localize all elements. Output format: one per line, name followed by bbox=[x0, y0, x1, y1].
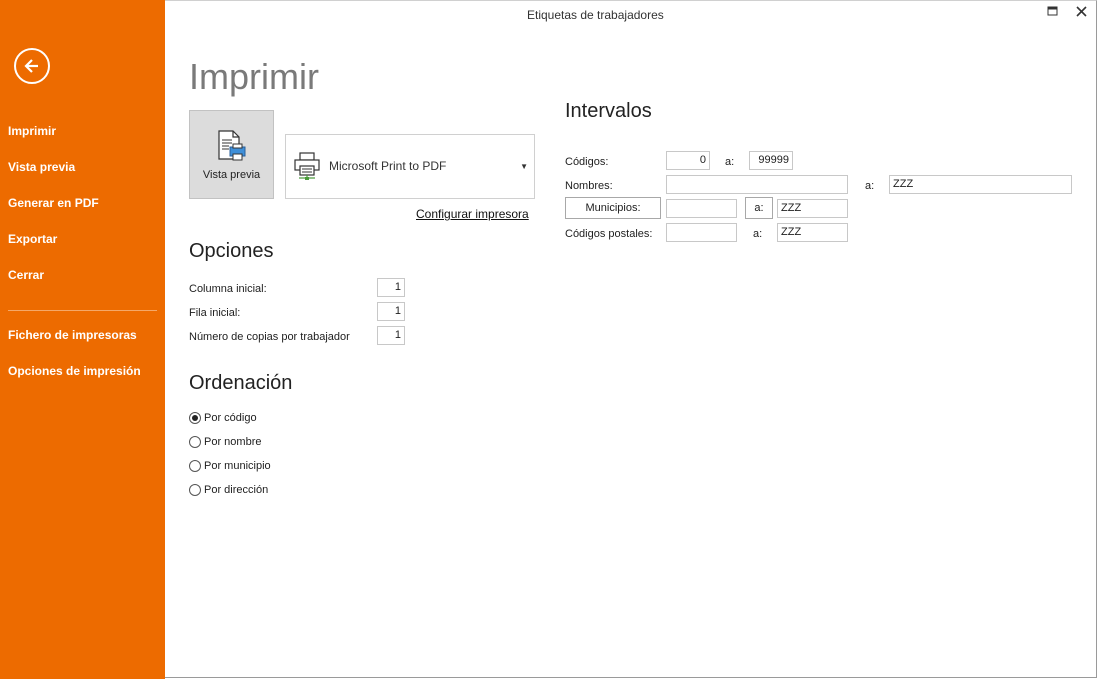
sidebar-item-cerrar[interactable]: Cerrar bbox=[8, 268, 44, 282]
sidebar-item-generar-pdf[interactable]: Generar en PDF bbox=[8, 196, 99, 210]
codigos-postales-to-input[interactable]: ZZZ bbox=[777, 223, 848, 242]
start-column-input[interactable]: 1 bbox=[377, 278, 405, 297]
radio-label: Por nombre bbox=[204, 436, 262, 449]
back-button[interactable] bbox=[14, 48, 50, 84]
nombres-to-input[interactable]: ZZZ bbox=[889, 175, 1072, 194]
codigos-to-input[interactable]: 99999 bbox=[749, 151, 793, 170]
radio-circle bbox=[189, 436, 201, 449]
municipios-to-button[interactable]: a: bbox=[745, 197, 773, 219]
radio-por-codigo[interactable]: Por código bbox=[189, 412, 257, 425]
codigos-postales-to-label: a: bbox=[753, 228, 763, 240]
intervals-title: Intervalos bbox=[565, 100, 652, 122]
sidebar-item-vista-previa[interactable]: Vista previa bbox=[8, 160, 75, 174]
printer-name: Microsoft Print to PDF bbox=[329, 159, 447, 173]
copies-input[interactable]: 1 bbox=[377, 326, 405, 345]
maximize-button[interactable] bbox=[1047, 5, 1058, 20]
codigos-postales-from-input[interactable] bbox=[666, 223, 737, 242]
chevron-down-icon: ▼ bbox=[520, 162, 528, 171]
close-button[interactable] bbox=[1076, 5, 1087, 20]
sidebar-item-imprimir[interactable]: Imprimir bbox=[8, 124, 56, 138]
start-row-input[interactable]: 1 bbox=[377, 302, 405, 321]
sidebar-divider bbox=[8, 310, 157, 311]
printer-icon bbox=[294, 152, 320, 180]
municipios-from-input[interactable] bbox=[666, 199, 737, 218]
ordering-title: Ordenación bbox=[189, 372, 293, 394]
sidebar: Imprimir Vista previa Generar en PDF Exp… bbox=[0, 0, 165, 679]
sidebar-item-fichero-impresoras[interactable]: Fichero de impresoras bbox=[8, 328, 137, 342]
radio-circle bbox=[189, 484, 201, 497]
page-title: Imprimir bbox=[189, 56, 319, 97]
radio-label: Por código bbox=[204, 412, 257, 425]
arrow-left-icon bbox=[24, 59, 38, 73]
sidebar-item-opciones-impresion[interactable]: Opciones de impresión bbox=[8, 364, 141, 378]
municipios-to-input[interactable]: ZZZ bbox=[777, 199, 848, 218]
preview-button-label: Vista previa bbox=[202, 169, 261, 181]
close-icon bbox=[1076, 6, 1087, 17]
radio-circle bbox=[189, 460, 201, 473]
copies-label: Número de copias por trabajador bbox=[189, 331, 350, 343]
codigos-label: Códigos: bbox=[565, 156, 609, 168]
radio-label: Por dirección bbox=[204, 484, 269, 497]
configure-printer-link[interactable]: Configurar impresora bbox=[416, 207, 529, 221]
radio-label: Por municipio bbox=[204, 460, 271, 473]
print-preview-icon bbox=[218, 130, 246, 161]
nombres-label: Nombres: bbox=[565, 180, 613, 192]
start-row-label: Fila inicial: bbox=[189, 307, 241, 319]
radio-por-nombre[interactable]: Por nombre bbox=[189, 436, 262, 449]
municipios-button[interactable]: Municipios: bbox=[565, 197, 661, 219]
start-column-label: Columna inicial: bbox=[189, 283, 267, 295]
codigos-postales-label: Códigos postales: bbox=[565, 228, 653, 240]
options-title: Opciones bbox=[189, 240, 274, 262]
nombres-from-input[interactable] bbox=[666, 175, 848, 194]
window-title: Etiquetas de trabajadores bbox=[527, 8, 664, 22]
radio-por-direccion[interactable]: Por dirección bbox=[189, 484, 269, 497]
printer-dropdown[interactable]: Microsoft Print to PDF ▼ bbox=[285, 134, 535, 199]
codigos-to-label: a: bbox=[725, 156, 735, 168]
preview-button[interactable]: Vista previa bbox=[189, 110, 274, 199]
radio-por-municipio[interactable]: Por municipio bbox=[189, 460, 271, 473]
sidebar-item-exportar[interactable]: Exportar bbox=[8, 232, 57, 246]
codigos-from-input[interactable]: 0 bbox=[666, 151, 710, 170]
radio-circle bbox=[189, 412, 201, 425]
nombres-to-label: a: bbox=[865, 180, 875, 192]
maximize-icon bbox=[1047, 6, 1058, 16]
